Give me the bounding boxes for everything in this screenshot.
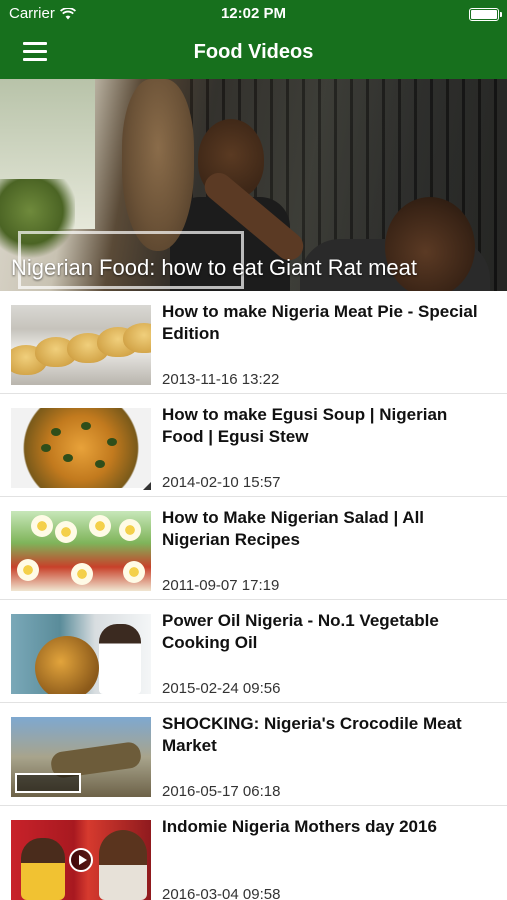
play-icon[interactable]	[69, 848, 93, 872]
video-date: 2011-09-07 17:19	[162, 577, 280, 594]
video-row[interactable]: How to make Nigeria Meat Pie - Special E…	[0, 291, 507, 394]
video-row[interactable]: Power Oil Nigeria - No.1 Vegetable Cooki…	[0, 600, 507, 703]
clock: 12:02 PM	[220, 5, 287, 22]
video-title: Indomie Nigeria Mothers day 2016	[162, 817, 437, 836]
battery-icon	[469, 8, 502, 21]
video-title: How to make Nigeria Meat Pie - Special E…	[162, 302, 478, 343]
video-date: 2016-05-17 06:18	[162, 783, 281, 800]
video-thumbnail	[11, 614, 151, 694]
featured-giant-rat	[122, 79, 194, 251]
video-title: Power Oil Nigeria - No.1 Vegetable Cooki…	[162, 611, 439, 652]
video-date: 2015-02-24 09:56	[162, 680, 281, 697]
video-row[interactable]: How to make Egusi Soup | Nigerian Food |…	[0, 394, 507, 497]
video-row[interactable]: SHOCKING: Nigeria's Crocodile Meat Marke…	[0, 703, 507, 806]
video-title: How to make Egusi Soup | Nigerian Food |…	[162, 405, 448, 446]
page-title: Food Videos	[193, 41, 314, 63]
featured-title: Nigerian Food: how to eat Giant Rat meat	[11, 255, 417, 280]
video-thumbnail	[11, 408, 151, 488]
video-date: 2013-11-16 13:22	[162, 371, 280, 388]
video-thumbnail	[11, 820, 151, 900]
video-title: How to Make Nigerian Salad | All Nigeria…	[162, 508, 425, 549]
video-row[interactable]: How to Make Nigerian Salad | All Nigeria…	[0, 497, 507, 600]
video-list: How to make Nigeria Meat Pie - Special E…	[0, 291, 507, 900]
video-thumbnail	[11, 305, 151, 385]
status-bar: Carrier 12:02 PM	[0, 0, 507, 28]
corner-indicator-icon	[143, 482, 151, 490]
nav-bar: Carrier 12:02 PM Food Videos	[0, 0, 507, 79]
video-date: 2014-02-10 15:57	[162, 474, 281, 491]
video-row[interactable]: Indomie Nigeria Mothers day 2016 2016-03…	[0, 806, 507, 900]
featured-video[interactable]: Nigerian Food: how to eat Giant Rat meat	[0, 79, 507, 291]
video-title: SHOCKING: Nigeria's Crocodile Meat Marke…	[162, 714, 462, 755]
video-date: 2016-03-04 09:58	[162, 886, 281, 900]
video-thumbnail	[11, 511, 151, 591]
video-thumbnail	[11, 717, 151, 797]
